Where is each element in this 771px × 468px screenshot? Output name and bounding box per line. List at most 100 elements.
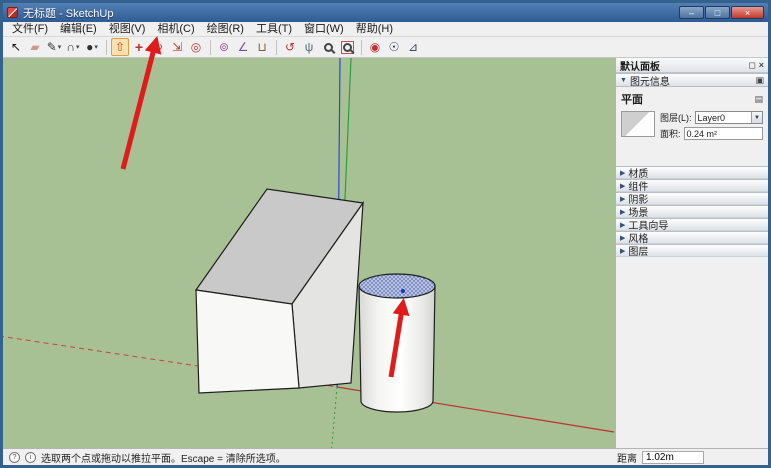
walk-tool-icon: ⊿: [408, 41, 418, 53]
layer-label: 图层(L):: [660, 111, 692, 124]
tray-close-icon[interactable]: ×: [759, 60, 764, 70]
arc-tool[interactable]: ∩▾: [64, 38, 82, 56]
scale-tool[interactable]: ⇲: [168, 38, 186, 56]
toolbar-separator: [210, 40, 211, 55]
look-around-tool[interactable]: ☉: [385, 38, 403, 56]
orbit-tool[interactable]: ↺: [281, 38, 299, 56]
circle-tool[interactable]: ●▾: [83, 38, 101, 56]
move-tool-icon: +: [135, 40, 143, 54]
minimize-button[interactable]: –: [679, 6, 704, 19]
collapsed-arrow-icon: ▶: [620, 234, 625, 242]
menu-item-1[interactable]: 编辑(E): [54, 22, 103, 37]
circle-tool-dropdown[interactable]: ▾: [94, 43, 98, 51]
tray-title: 默认面板: [620, 58, 660, 73]
collapsed-arrow-icon: ▶: [620, 182, 625, 190]
tray-title-bar: 默认面板 ◻ ×: [616, 58, 768, 73]
toolbar: ↖▰✎▾∩▾●▾⇧+↻⇲◎⊚∠⊔↺ψ◉☉⊿: [3, 37, 768, 58]
box-front-face[interactable]: [196, 290, 299, 393]
status-bar: ? i 选取两个点或拖动以推拉平面。Escape = 清除所选项。 距离 1.0…: [3, 448, 768, 465]
menu-item-5[interactable]: 工具(T): [250, 22, 298, 37]
menu-item-7[interactable]: 帮助(H): [350, 22, 399, 37]
sketchup-window: 无标题 - SketchUp – □ × 文件(F)编辑(E)视图(V)相机(C…: [0, 0, 771, 468]
paint-bucket-tool[interactable]: ⊔: [253, 38, 271, 56]
info-icon[interactable]: i: [25, 452, 36, 463]
rotate-tool[interactable]: ↻: [149, 38, 167, 56]
model-view: [3, 58, 616, 448]
title-bar: 无标题 - SketchUp – □ ×: [3, 3, 768, 22]
app-icon: [7, 7, 18, 18]
menu-item-0[interactable]: 文件(F): [6, 22, 54, 37]
tape-measure-tool-icon: ⊚: [219, 41, 229, 53]
push-pull-tool[interactable]: ⇧: [111, 38, 129, 56]
select-tool-icon: ↖: [11, 41, 21, 53]
close-button[interactable]: ×: [731, 6, 764, 19]
area-value: 0.24 m²: [684, 127, 763, 140]
entity-info-title: 图元信息: [630, 73, 670, 88]
line-tool[interactable]: ✎▾: [45, 38, 63, 56]
zoom-extents-tool[interactable]: [338, 38, 356, 56]
entity-details-icon[interactable]: ▤: [754, 94, 763, 105]
tape-measure-tool[interactable]: ⊚: [215, 38, 233, 56]
cylinder-top-face[interactable]: [359, 274, 435, 298]
look-around-tool-icon: ☉: [389, 41, 400, 53]
position-camera-tool[interactable]: ◉: [366, 38, 384, 56]
offset-tool-icon: ◎: [191, 41, 201, 53]
collapsed-arrow-icon: ▶: [620, 221, 625, 229]
eraser-tool-icon: ▰: [30, 41, 39, 53]
default-tray-panel: 默认面板 ◻ × ▼ 图元信息 ▣ 平面 ▤: [616, 58, 768, 448]
collapsed-arrow-icon: ▶: [620, 247, 625, 255]
window-title: 无标题 - SketchUp: [23, 5, 679, 21]
area-label: 面积:: [660, 127, 681, 140]
protractor-tool-icon: ∠: [238, 41, 249, 53]
collapsed-arrow-icon: ▶: [620, 208, 625, 216]
tray-section-6[interactable]: ▶图层: [616, 244, 768, 257]
arc-tool-dropdown[interactable]: ▾: [76, 43, 80, 51]
window-controls: – □ ×: [679, 6, 764, 19]
toolbar-separator: [106, 40, 107, 55]
layer-dropdown[interactable]: Layer0 ▼: [695, 111, 763, 124]
offset-tool[interactable]: ◎: [187, 38, 205, 56]
scale-tool-icon: ⇲: [172, 41, 182, 53]
entity-info-body: 平面 ▤ 图层(L): Layer0 ▼: [616, 87, 768, 146]
eraser-tool[interactable]: ▰: [26, 38, 44, 56]
section-detach-icon[interactable]: ▣: [755, 75, 764, 86]
menu-item-4[interactable]: 绘图(R): [201, 22, 250, 37]
tray-sections: ▶材质▶组件▶阴影▶场景▶工具向导▶风格▶图层: [616, 166, 768, 257]
material-thumbnail[interactable]: [621, 111, 655, 137]
entity-info-header[interactable]: ▼ 图元信息 ▣: [616, 73, 768, 87]
line-tool-dropdown[interactable]: ▾: [58, 43, 62, 51]
paint-bucket-tool-icon: ⊔: [257, 41, 266, 53]
walk-tool[interactable]: ⊿: [404, 38, 422, 56]
menu-bar: 文件(F)编辑(E)视图(V)相机(C)绘图(R)工具(T)窗口(W)帮助(H): [3, 22, 768, 37]
menu-item-6[interactable]: 窗口(W): [298, 22, 350, 37]
select-tool[interactable]: ↖: [7, 38, 25, 56]
expanded-arrow-icon: ▼: [620, 77, 627, 84]
menu-item-3[interactable]: 相机(C): [151, 22, 200, 37]
measurement-box[interactable]: 1.02m: [642, 451, 704, 464]
collapsed-arrow-icon: ▶: [620, 169, 625, 177]
collapsed-arrow-icon: ▶: [620, 195, 625, 203]
protractor-tool[interactable]: ∠: [234, 38, 252, 56]
toolbar-separator: [361, 40, 362, 55]
cylinder-body[interactable]: [359, 286, 435, 412]
rotate-tool-icon: ↻: [153, 41, 163, 53]
zoom-tool-icon: [324, 43, 333, 52]
menu-item-2[interactable]: 视图(V): [103, 22, 152, 37]
pan-tool[interactable]: ψ: [300, 38, 318, 56]
move-tool[interactable]: +: [130, 38, 148, 56]
dropdown-arrow-icon[interactable]: ▼: [751, 112, 762, 123]
position-camera-tool-icon: ◉: [370, 41, 380, 53]
tray-options-icon[interactable]: ◻: [748, 60, 755, 71]
zoom-tool[interactable]: [319, 38, 337, 56]
circle-tool-icon: ●: [86, 41, 93, 53]
maximize-button[interactable]: □: [705, 6, 730, 19]
push-pull-tool-icon: ⇧: [115, 41, 125, 53]
geolocation-icon[interactable]: ?: [9, 452, 20, 463]
inference-point: [401, 289, 405, 293]
drawing-canvas[interactable]: [3, 58, 616, 448]
orbit-tool-icon: ↺: [285, 41, 295, 53]
status-message: 选取两个点或拖动以推拉平面。Escape = 清除所选项。: [41, 450, 612, 465]
layer-value: Layer0: [696, 113, 751, 123]
arc-tool-icon: ∩: [66, 41, 75, 53]
zoom-extents-tool-icon: [343, 43, 352, 52]
